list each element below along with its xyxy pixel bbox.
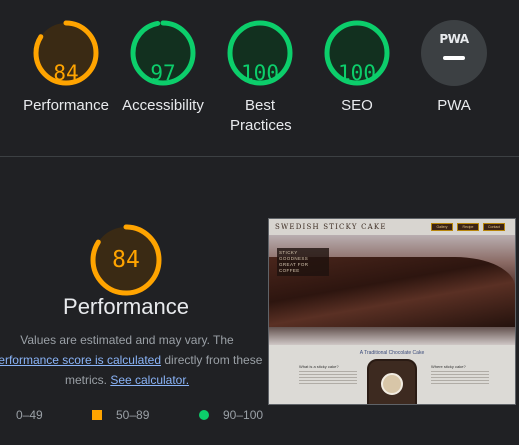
gauge-performance[interactable]: 84 Performance [16,20,116,116]
best-practices-score: 100 [241,61,279,85]
legend-item-pass: 90–100 [199,407,263,423]
legend-item-average: 50–89 [92,407,149,423]
score-note-prefix: Values are estimated and may vary. The [20,333,234,347]
legend-pass-range: 90–100 [223,408,264,422]
thumb-coffee-cup [381,373,403,395]
square-average-icon [92,410,102,420]
score-calculated-link[interactable]: performance score is calculated [0,353,161,367]
score-legend: 0–49 50–89 90–100 [0,407,270,423]
thumb-nav-item: Gallery [431,223,453,231]
thumb-subtitle: A Traditional Chocolate Cake [359,350,425,356]
gauge-pwa[interactable]: PWA PWA [404,20,504,116]
pwa-dash-icon [443,56,465,60]
performance-detail-score: 84 [112,247,140,273]
thumb-coffee-image [367,359,417,404]
thumb-nav-item: Contact [483,223,505,231]
score-note: Values are estimated and may vary. The p… [0,330,264,390]
seo-score: 100 [338,61,376,85]
pwa-badge-text: PWA [439,32,469,46]
thumb-hero-text: STICKY GOODNESS GREAT FOR COFFEE [277,248,329,276]
category-gauges: 84 Performance 97 Accessibility 100 Best… [0,0,519,157]
pwa-badge: PWA [421,20,487,86]
performance-detail-gauge: 84 [89,223,163,297]
gauge-accessibility[interactable]: 97 Accessibility [113,20,213,116]
legend-item-fail: 0–49 [16,407,43,423]
legend-fail-range: 0–49 [16,408,43,422]
thumb-nav-item: Recipe [457,223,479,231]
thumb-header: SWEDISH STICKY CAKE Gallery Recipe Conta… [269,219,515,235]
legend-average-range: 50–89 [116,408,150,422]
see-calculator-link[interactable]: See calculator. [110,373,189,387]
thumb-hero-image: STICKY GOODNESS GREAT FOR COFFEE [269,235,515,345]
accessibility-score: 97 [150,61,176,85]
thumb-brand: SWEDISH STICKY CAKE [275,223,387,231]
gauge-best-practices[interactable]: 100 Best Practices [210,20,310,136]
final-screenshot-thumbnail[interactable]: SWEDISH STICKY CAKE Gallery Recipe Conta… [268,218,516,405]
thumb-right-column: Where sticky cake? [431,364,489,386]
gauge-seo[interactable]: 100 SEO [307,20,407,116]
thumb-left-column: What is a sticky cake? [299,364,357,386]
performance-detail-title: Performance [63,294,189,319]
pwa-label: PWA [437,97,471,114]
circle-pass-icon [199,410,209,420]
performance-score: 84 [53,61,79,85]
